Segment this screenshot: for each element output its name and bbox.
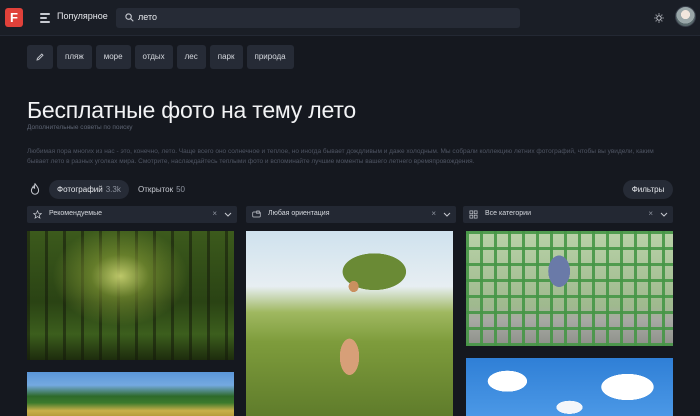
tab-collections-label: Открыток [138,185,174,194]
grid-icon [469,210,478,219]
chevron-down-icon [443,212,451,217]
theme-toggle-icon[interactable] [654,13,664,23]
category-dropdown-label: Все категории [485,210,531,217]
orientation-dropdown[interactable]: Любая ориентация × [246,206,456,223]
tag-chip[interactable]: море [95,45,131,69]
tag-chip[interactable]: лес [176,45,206,69]
tab-photos-label: Фотографий [57,185,103,194]
filters-button[interactable]: Фильтры [623,180,673,199]
clear-icon[interactable]: × [212,209,217,218]
search-tips-link[interactable]: Дополнительные советы по поиску [27,124,133,131]
edit-tags-button[interactable] [27,45,53,69]
photo-forest-sunlight[interactable] [27,231,234,360]
tag-chip[interactable]: парк [209,45,243,69]
menu-icon[interactable] [40,12,51,24]
category-dropdown[interactable]: Все категории × [463,206,673,223]
nav-popular[interactable]: Популярное [57,11,108,21]
orientation-icon [252,210,261,218]
search-input[interactable]: лето [116,8,520,28]
page-title: Бесплатные фото на тему лето [27,97,356,123]
related-tags: пляж море отдых лес парк природа [27,45,294,69]
photo-green-field-blue-sky[interactable] [27,372,234,416]
orientation-dropdown-label: Любая ориентация [268,210,330,217]
tab-photos-count: 3.3k [105,185,121,194]
search-icon [125,13,134,22]
photo-clouds-blue-sky[interactable] [466,358,673,416]
photo-woman-in-tall-grass[interactable] [246,231,453,416]
star-icon [33,210,42,219]
pencil-icon [36,53,44,61]
sort-dropdown-label: Рекомендуемые [49,210,102,217]
tab-photos[interactable]: Фотографий 3.3k [49,180,129,199]
chevron-down-icon [660,212,668,217]
sort-dropdown[interactable]: Рекомендуемые × [27,206,237,223]
search-query: лето [138,12,157,22]
tag-chip[interactable]: пляж [57,45,92,69]
page-description: Любимая пора многих из нас - это, конечн… [27,148,654,165]
logo[interactable]: F [5,8,23,27]
clear-icon[interactable]: × [648,209,653,218]
clear-icon[interactable]: × [431,209,436,218]
fire-icon[interactable] [30,183,40,195]
chevron-down-icon [224,212,232,217]
tab-collections[interactable]: Открыток 50 [138,180,185,199]
tag-chip[interactable]: природа [246,45,294,69]
top-bar: F Популярное лето [0,0,700,36]
tag-chip[interactable]: отдых [134,45,173,69]
avatar[interactable] [675,6,696,27]
tab-collections-count: 50 [176,185,186,194]
photo-woman-on-bench-trellis[interactable] [466,231,673,346]
